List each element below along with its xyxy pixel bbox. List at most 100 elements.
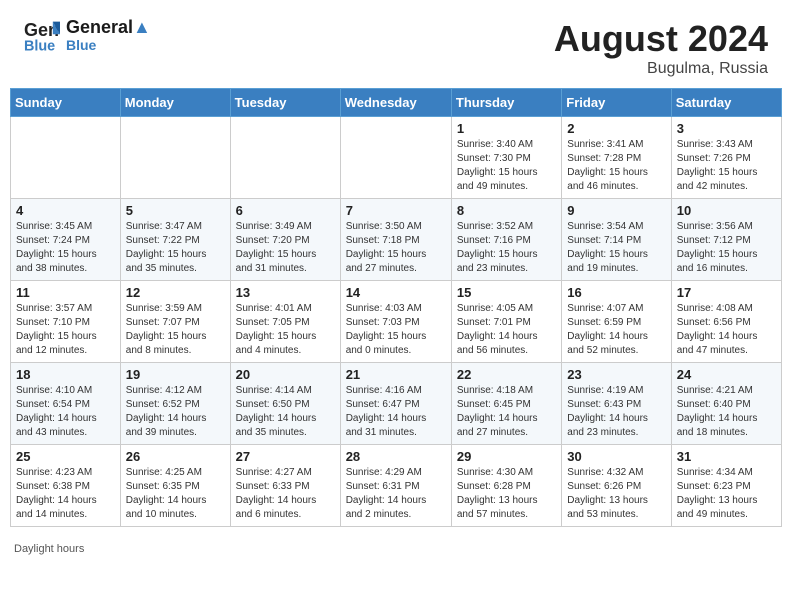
day-info: Sunrise: 3:52 AM Sunset: 7:16 PM Dayligh… [457, 220, 556, 276]
day-info: Sunrise: 4:10 AM Sunset: 6:54 PM Dayligh… [16, 384, 115, 440]
day-number: 10 [677, 203, 776, 218]
calendar-cell [340, 117, 451, 199]
day-number: 19 [126, 367, 225, 382]
day-number: 13 [236, 285, 335, 300]
day-info: Sunrise: 3:47 AM Sunset: 7:22 PM Dayligh… [126, 220, 225, 276]
day-number: 23 [567, 367, 665, 382]
day-info: Sunrise: 4:05 AM Sunset: 7:01 PM Dayligh… [457, 302, 556, 358]
col-friday: Friday [562, 89, 671, 117]
calendar-cell: 19 Sunrise: 4:12 AM Sunset: 6:52 PM Dayli… [120, 363, 230, 445]
day-info: Sunrise: 4:23 AM Sunset: 6:38 PM Dayligh… [16, 466, 115, 522]
day-info: Sunrise: 4:32 AM Sunset: 6:26 PM Dayligh… [567, 466, 665, 522]
day-number: 18 [16, 367, 115, 382]
day-info: Sunrise: 4:34 AM Sunset: 6:23 PM Dayligh… [677, 466, 776, 522]
day-number: 16 [567, 285, 665, 300]
day-number: 21 [346, 367, 446, 382]
day-number: 31 [677, 449, 776, 464]
calendar-week-row: 1 Sunrise: 3:40 AM Sunset: 7:30 PM Daylig… [11, 117, 782, 199]
calendar-cell: 30 Sunrise: 4:32 AM Sunset: 6:26 PM Dayli… [562, 445, 671, 527]
calendar-cell [230, 117, 340, 199]
day-info: Sunrise: 4:01 AM Sunset: 7:05 PM Dayligh… [236, 302, 335, 358]
day-info: Sunrise: 4:12 AM Sunset: 6:52 PM Dayligh… [126, 384, 225, 440]
day-number: 3 [677, 121, 776, 136]
logo-icon: General Blue [24, 18, 60, 54]
day-number: 4 [16, 203, 115, 218]
day-number: 11 [16, 285, 115, 300]
day-number: 30 [567, 449, 665, 464]
location-subtitle: Bugulma, Russia [554, 60, 768, 78]
calendar-cell: 6 Sunrise: 3:49 AM Sunset: 7:20 PM Daylig… [230, 199, 340, 281]
calendar-cell: 18 Sunrise: 4:10 AM Sunset: 6:54 PM Dayli… [11, 363, 121, 445]
calendar-cell: 14Sunrise: 4:03 AM Sunset: 7:03 PM Dayli… [340, 281, 451, 363]
daylight-label: Daylight hours [14, 543, 84, 555]
day-info: Sunrise: 3:50 AM Sunset: 7:18 PM Dayligh… [346, 220, 446, 276]
calendar-cell: 4 Sunrise: 3:45 AM Sunset: 7:24 PM Daylig… [11, 199, 121, 281]
day-info: Sunrise: 3:43 AM Sunset: 7:26 PM Dayligh… [677, 138, 776, 194]
calendar-cell: 20Sunrise: 4:14 AM Sunset: 6:50 PM Dayli… [230, 363, 340, 445]
day-info: Sunrise: 4:18 AM Sunset: 6:45 PM Dayligh… [457, 384, 556, 440]
footer: Daylight hours [0, 537, 792, 561]
calendar-cell: 24Sunrise: 4:21 AM Sunset: 6:40 PM Dayli… [671, 363, 781, 445]
calendar-cell: 12 Sunrise: 3:59 AM Sunset: 7:07 PM Dayli… [120, 281, 230, 363]
col-thursday: Thursday [451, 89, 561, 117]
calendar-week-row: 11 Sunrise: 3:57 AM Sunset: 7:10 PM Dayli… [11, 281, 782, 363]
day-info: Sunrise: 3:54 AM Sunset: 7:14 PM Dayligh… [567, 220, 665, 276]
day-info: Sunrise: 4:07 AM Sunset: 6:59 PM Dayligh… [567, 302, 665, 358]
calendar-cell: 17 Sunrise: 4:08 AM Sunset: 6:56 PM Dayli… [671, 281, 781, 363]
day-number: 1 [457, 121, 556, 136]
day-info: Sunrise: 3:57 AM Sunset: 7:10 PM Dayligh… [16, 302, 115, 358]
calendar-cell: 25 Sunrise: 4:23 AM Sunset: 6:38 PM Dayli… [11, 445, 121, 527]
day-info: Sunrise: 3:40 AM Sunset: 7:30 PM Dayligh… [457, 138, 556, 194]
calendar-cell: 11 Sunrise: 3:57 AM Sunset: 7:10 PM Dayli… [11, 281, 121, 363]
logo-text: General▲ Blue [66, 18, 151, 53]
day-info: Sunrise: 4:14 AM Sunset: 6:50 PM Dayligh… [236, 384, 335, 440]
calendar-cell: 23Sunrise: 4:19 AM Sunset: 6:43 PM Dayli… [562, 363, 671, 445]
day-number: 28 [346, 449, 446, 464]
svg-text:Blue: Blue [24, 38, 55, 54]
day-info: Sunrise: 3:41 AM Sunset: 7:28 PM Dayligh… [567, 138, 665, 194]
calendar-cell: 9 Sunrise: 3:54 AM Sunset: 7:14 PM Daylig… [562, 199, 671, 281]
col-wednesday: Wednesday [340, 89, 451, 117]
title-block: August 2024 Bugulma, Russia [554, 18, 768, 78]
calendar-cell: 8 Sunrise: 3:52 AM Sunset: 7:16 PM Daylig… [451, 199, 561, 281]
day-number: 12 [126, 285, 225, 300]
day-number: 9 [567, 203, 665, 218]
calendar-body: 1 Sunrise: 3:40 AM Sunset: 7:30 PM Daylig… [11, 117, 782, 527]
calendar-cell: 21Sunrise: 4:16 AM Sunset: 6:47 PM Dayli… [340, 363, 451, 445]
col-tuesday: Tuesday [230, 89, 340, 117]
day-number: 6 [236, 203, 335, 218]
calendar-cell: 2 Sunrise: 3:41 AM Sunset: 7:28 PM Daylig… [562, 117, 671, 199]
day-number: 8 [457, 203, 556, 218]
calendar-week-row: 25 Sunrise: 4:23 AM Sunset: 6:38 PM Dayli… [11, 445, 782, 527]
day-number: 7 [346, 203, 446, 218]
day-info: Sunrise: 3:45 AM Sunset: 7:24 PM Dayligh… [16, 220, 115, 276]
calendar-cell [120, 117, 230, 199]
day-number: 22 [457, 367, 556, 382]
calendar-cell [11, 117, 121, 199]
calendar-week-row: 4 Sunrise: 3:45 AM Sunset: 7:24 PM Daylig… [11, 199, 782, 281]
day-number: 24 [677, 367, 776, 382]
day-number: 17 [677, 285, 776, 300]
day-number: 26 [126, 449, 225, 464]
calendar-cell: 16 Sunrise: 4:07 AM Sunset: 6:59 PM Dayli… [562, 281, 671, 363]
calendar-cell: 3 Sunrise: 3:43 AM Sunset: 7:26 PM Daylig… [671, 117, 781, 199]
calendar-cell: 7 Sunrise: 3:50 AM Sunset: 7:18 PM Daylig… [340, 199, 451, 281]
day-number: 5 [126, 203, 225, 218]
day-info: Sunrise: 4:25 AM Sunset: 6:35 PM Dayligh… [126, 466, 225, 522]
day-info: Sunrise: 4:08 AM Sunset: 6:56 PM Dayligh… [677, 302, 776, 358]
page-header: General Blue General▲ Blue August 2024 B… [0, 0, 792, 88]
calendar-cell: 1 Sunrise: 3:40 AM Sunset: 7:30 PM Daylig… [451, 117, 561, 199]
calendar-cell: 26 Sunrise: 4:25 AM Sunset: 6:35 PM Dayli… [120, 445, 230, 527]
day-number: 2 [567, 121, 665, 136]
day-info: Sunrise: 3:49 AM Sunset: 7:20 PM Dayligh… [236, 220, 335, 276]
calendar-cell: 13 Sunrise: 4:01 AM Sunset: 7:05 PM Dayli… [230, 281, 340, 363]
calendar-cell: 5 Sunrise: 3:47 AM Sunset: 7:22 PM Daylig… [120, 199, 230, 281]
day-number: 29 [457, 449, 556, 464]
day-info: Sunrise: 4:03 AM Sunset: 7:03 PM Dayligh… [346, 302, 446, 358]
day-number: 25 [16, 449, 115, 464]
day-info: Sunrise: 3:59 AM Sunset: 7:07 PM Dayligh… [126, 302, 225, 358]
calendar-week-row: 18 Sunrise: 4:10 AM Sunset: 6:54 PM Dayli… [11, 363, 782, 445]
day-info: Sunrise: 4:29 AM Sunset: 6:31 PM Dayligh… [346, 466, 446, 522]
logo: General Blue General▲ Blue [24, 18, 151, 54]
day-number: 15 [457, 285, 556, 300]
